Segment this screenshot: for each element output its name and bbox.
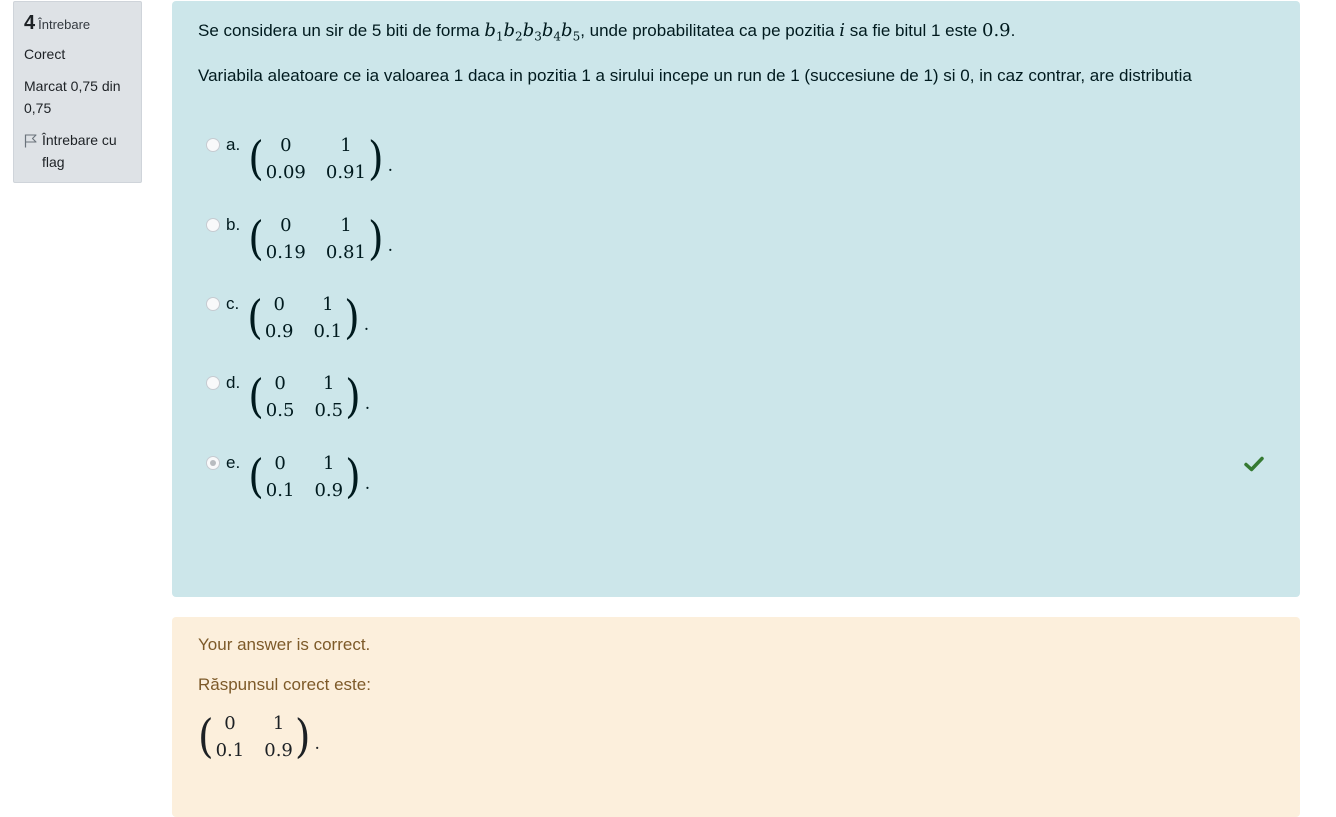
correct-answer-matrix: ( 0 1 0.1 0.9 ). [198,710,320,764]
answer-option-d[interactable]: d. ( 0 1 0.5 0.5 ). [206,373,370,421]
question-paragraph-1: Se considera un sir de 5 biti de forma b… [198,20,1016,44]
check-icon [1244,456,1264,472]
answer-option-e[interactable]: e. ( 0 1 0.1 0.9 ). [206,453,370,501]
answer-option-a[interactable]: a. ( 0 1 0.09 0.91 ). [206,135,393,183]
question-text: Se considera un sir de 5 biti de forma b… [198,17,1274,90]
question-info-panel: 4 Întrebare Corect Marcat 0,75 din 0,75 Î… [13,1,142,183]
distribution-matrix-c: ( 0 1 0.9 0.1 ). [247,291,370,345]
radio-option-a[interactable] [206,138,220,152]
distribution-matrix-b: ( 0 1 0.19 0.81 ). [248,212,393,266]
flag-question-link[interactable]: Întrebare cu flag [24,129,131,173]
flag-question-label: Întrebare cu flag [42,132,117,170]
flag-outline-icon [24,134,37,148]
radio-option-e-selected[interactable] [206,456,220,470]
question-paragraph-2: Variabila aleatoare ce ia valoarea 1 dac… [198,65,1192,85]
answer-option-c[interactable]: c. ( 0 1 0.9 0.1 ). [206,294,369,342]
distribution-matrix-d: ( 0 1 0.5 0.5 ). [248,370,371,424]
question-number: 4 Întrebare [24,12,131,35]
probability-value: 0.9 [982,20,1011,41]
feedback-panel: Your answer is correct. Răspunsul corect… [172,617,1300,817]
distribution-matrix-e: ( 0 1 0.1 0.9 ). [248,450,371,504]
radio-option-c[interactable] [206,297,220,311]
radio-option-d[interactable] [206,376,220,390]
question-number-value: 4 [24,12,36,34]
feedback-message: Your answer is correct. [198,635,371,654]
question-number-label: Întrebare [38,17,91,32]
question-grade: Marcat 0,75 din 0,75 [24,78,121,116]
distribution-matrix-a: ( 0 1 0.09 0.91 ). [248,132,393,186]
answer-option-b[interactable]: b. ( 0 1 0.19 0.81 ). [206,215,393,263]
radio-option-b[interactable] [206,218,220,232]
bit-string-formula: b1b2b3b4b5 [484,20,581,44]
question-state: Corect [24,46,66,62]
correct-answer-label: Răspunsul corect este: [198,675,371,694]
question-formulation: Se considera un sir de 5 biti de forma b… [172,1,1300,597]
var-i: i [839,20,845,41]
